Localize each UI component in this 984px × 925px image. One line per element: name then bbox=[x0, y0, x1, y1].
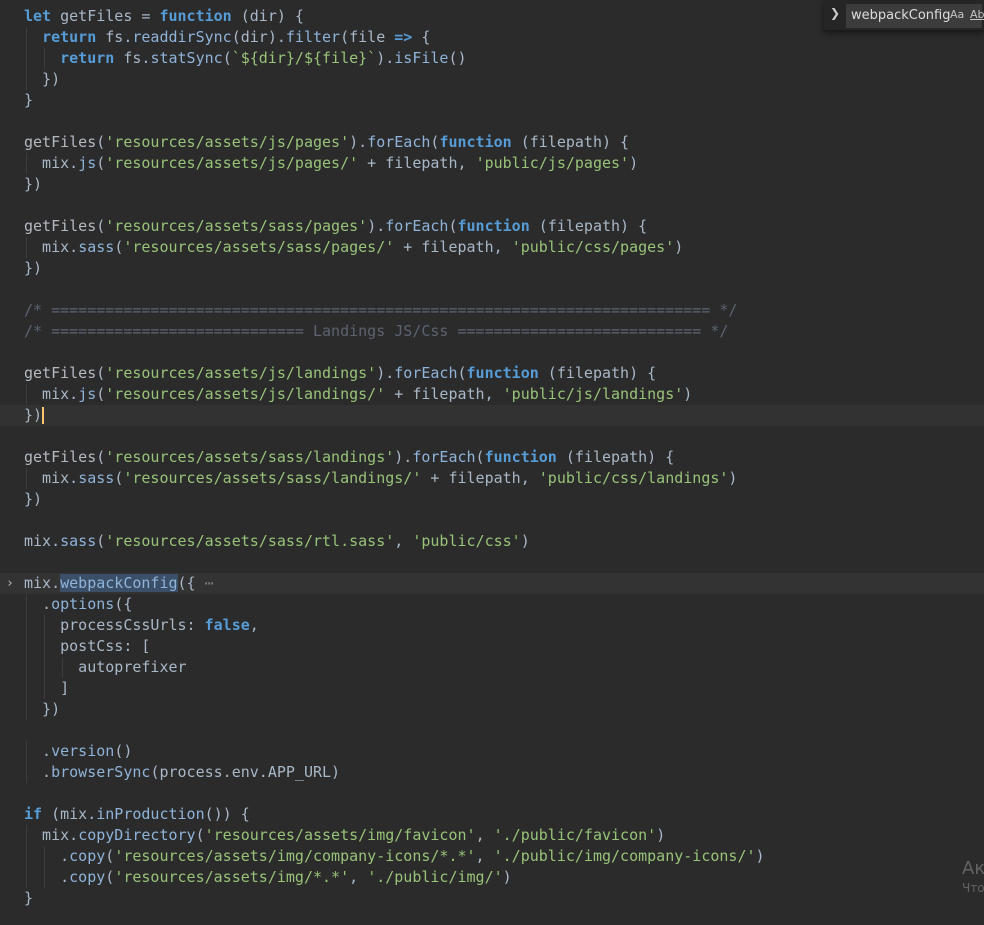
windows-activation-watermark: Ак Что bbox=[962, 858, 984, 895]
code-line[interactable] bbox=[0, 552, 984, 573]
text-cursor bbox=[42, 407, 45, 424]
code-line[interactable]: mix.sass('resources/assets/sass/pages/' … bbox=[0, 237, 984, 258]
code-line[interactable]: if (mix.inProduction()) { bbox=[0, 804, 984, 825]
code-line[interactable]: mix.sass('resources/assets/sass/rtl.sass… bbox=[0, 531, 984, 552]
code-text: autoprefixer bbox=[24, 658, 187, 676]
code-line[interactable]: return fs.statSync(`${dir}/${file}`).isF… bbox=[0, 48, 984, 69]
code-text: mix.js('resources/assets/js/pages/' + fi… bbox=[24, 154, 639, 172]
toggle-replace-chevron-icon[interactable]: ❯ bbox=[830, 6, 840, 20]
code-text: /* =====================================… bbox=[24, 301, 738, 319]
match-case-icon[interactable]: Aa bbox=[950, 8, 964, 21]
code-line[interactable]: .copy('resources/assets/img/*.*', './pub… bbox=[0, 867, 984, 888]
code-line[interactable]: .options({ bbox=[0, 594, 984, 615]
code-line[interactable]: }) bbox=[0, 405, 984, 426]
whole-word-icon[interactable]: Ab| bbox=[970, 8, 984, 21]
code-line[interactable]: mix.js('resources/assets/js/landings/' +… bbox=[0, 384, 984, 405]
code-line[interactable]: postCss: [ bbox=[0, 636, 984, 657]
code-text: ] bbox=[24, 679, 70, 697]
code-line[interactable] bbox=[0, 783, 984, 804]
code-line[interactable]: } bbox=[0, 888, 984, 909]
code-text: .options({ bbox=[24, 595, 133, 613]
code-text: }) bbox=[24, 70, 61, 88]
watermark-line-1: Ак bbox=[962, 858, 984, 879]
code-line[interactable]: getFiles('resources/assets/js/landings')… bbox=[0, 363, 984, 384]
code-line[interactable]: }) bbox=[0, 489, 984, 510]
code-text: mix.sass('resources/assets/sass/rtl.sass… bbox=[24, 532, 530, 550]
code-text: mix.copyDirectory('resources/assets/img/… bbox=[24, 826, 666, 844]
code-text: }) bbox=[24, 406, 45, 424]
code-line[interactable]: getFiles('resources/assets/sass/pages').… bbox=[0, 216, 984, 237]
code-line[interactable] bbox=[0, 111, 984, 132]
code-text: }) bbox=[24, 175, 43, 193]
code-line[interactable] bbox=[0, 195, 984, 216]
code-text: .browserSync(process.env.APP_URL) bbox=[24, 763, 341, 781]
code-line[interactable]: }) bbox=[0, 174, 984, 195]
code-text: .copy('resources/assets/img/company-icon… bbox=[24, 847, 765, 865]
code-text: mix.webpackConfig({ ⋯ bbox=[24, 574, 214, 592]
code-text: postCss: [ bbox=[24, 637, 151, 655]
code-text: getFiles('resources/assets/sass/pages').… bbox=[24, 217, 648, 235]
code-line[interactable]: .copy('resources/assets/img/company-icon… bbox=[0, 846, 984, 867]
code-text: }) bbox=[24, 490, 43, 508]
code-line[interactable] bbox=[0, 720, 984, 741]
code-line[interactable]: .version() bbox=[0, 741, 984, 762]
code-text: /* ============================ Landings… bbox=[24, 322, 729, 340]
code-line[interactable]: }) bbox=[0, 69, 984, 90]
code-text: return fs.readdirSync(dir).filter(file =… bbox=[42, 28, 431, 46]
code-line[interactable]: getFiles('resources/assets/sass/landings… bbox=[0, 447, 984, 468]
code-line[interactable]: mix.copyDirectory('resources/assets/img/… bbox=[0, 825, 984, 846]
code-line[interactable]: › mix.webpackConfig({ ⋯ bbox=[0, 573, 984, 594]
code-line[interactable]: } bbox=[0, 90, 984, 111]
code-line[interactable] bbox=[0, 279, 984, 300]
find-widget: ❯ webpackConfig Aa Ab| bbox=[824, 0, 984, 31]
fold-chevron-icon[interactable]: › bbox=[6, 573, 16, 594]
code-text: getFiles('resources/assets/js/pages').fo… bbox=[24, 133, 630, 151]
code-line[interactable]: getFiles('resources/assets/js/pages').fo… bbox=[0, 132, 984, 153]
code-text: return fs.statSync(`${dir}/${file}`).isF… bbox=[60, 49, 467, 67]
code-text: mix.js('resources/assets/js/landings/' +… bbox=[24, 385, 693, 403]
code-line[interactable] bbox=[0, 426, 984, 447]
code-line[interactable]: mix.sass('resources/assets/sass/landings… bbox=[0, 468, 984, 489]
code-line[interactable]: /* =====================================… bbox=[0, 300, 984, 321]
code-line[interactable]: }) bbox=[0, 699, 984, 720]
code-text: getFiles('resources/assets/js/landings')… bbox=[24, 364, 657, 382]
code-text: if (mix.inProduction()) { bbox=[24, 805, 250, 823]
code-line[interactable]: ] bbox=[0, 678, 984, 699]
code-editor[interactable]: let getFiles = function (dir) { return f… bbox=[0, 0, 984, 925]
code-text: mix.sass('resources/assets/sass/landings… bbox=[24, 469, 738, 487]
code-text: }) bbox=[24, 700, 61, 718]
code-text: } bbox=[24, 889, 34, 907]
code-line[interactable] bbox=[0, 510, 984, 531]
code-text: .version() bbox=[24, 742, 133, 760]
code-text: getFiles('resources/assets/sass/landings… bbox=[24, 448, 675, 466]
code-text: .copy('resources/assets/img/*.*', './pub… bbox=[24, 868, 512, 886]
code-line[interactable] bbox=[0, 342, 984, 363]
code-text: mix.sass('resources/assets/sass/pages/' … bbox=[24, 238, 684, 256]
code-text: }) bbox=[24, 259, 43, 277]
code-line[interactable]: }) bbox=[0, 258, 984, 279]
code-line[interactable]: autoprefixer bbox=[0, 657, 984, 678]
code-text: processCssUrls: false, bbox=[24, 616, 259, 634]
code-line[interactable]: processCssUrls: false, bbox=[0, 615, 984, 636]
watermark-line-2: Что bbox=[962, 881, 984, 895]
code-line[interactable]: mix.js('resources/assets/js/pages/' + fi… bbox=[0, 153, 984, 174]
code-line[interactable]: .browserSync(process.env.APP_URL) bbox=[0, 762, 984, 783]
code-line[interactable]: /* ============================ Landings… bbox=[0, 321, 984, 342]
code-text: } bbox=[24, 91, 34, 109]
code-text: let getFiles = function (dir) { bbox=[24, 7, 304, 25]
